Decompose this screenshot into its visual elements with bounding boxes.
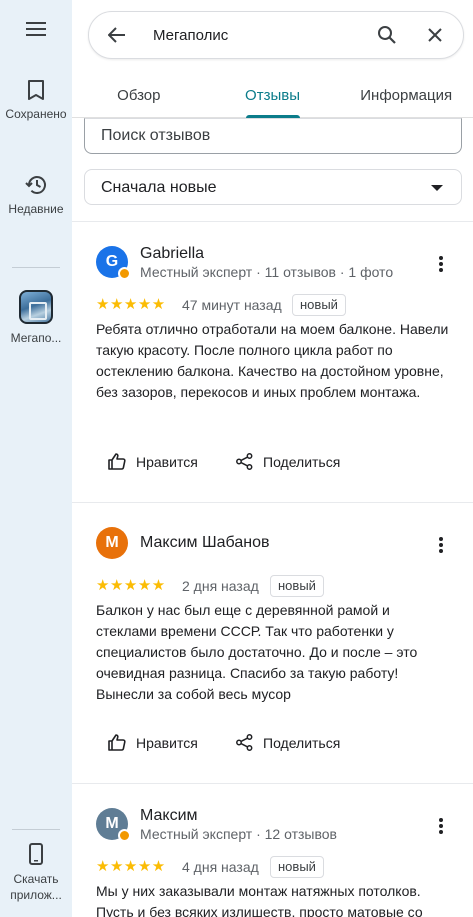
menu-button[interactable] (0, 22, 72, 46)
more-options-button[interactable] (431, 254, 451, 274)
share-icon (236, 734, 253, 751)
history-icon (25, 176, 46, 194)
share-label: Поделиться (263, 453, 341, 470)
star-rating: ★★★★★ (96, 296, 166, 313)
clear-search-button[interactable] (411, 11, 459, 59)
thumb-up-icon (108, 453, 126, 470)
more-options-button[interactable] (431, 535, 451, 555)
review-text: Мы у них заказывали монтаж натяжных пото… (96, 883, 423, 917)
saved-button[interactable]: Сохранено (0, 80, 72, 122)
star-rating: ★★★★★ (96, 858, 166, 875)
rail-divider-bottom (12, 829, 60, 830)
place-thumbnail (19, 290, 53, 324)
more-vert-icon (439, 256, 443, 260)
place-shortcut[interactable]: Мегапо... (0, 290, 72, 346)
back-button[interactable] (89, 11, 145, 59)
tab-overview[interactable]: Обзор (72, 78, 206, 117)
phone-icon (29, 843, 43, 865)
search-button[interactable] (363, 11, 411, 59)
avatar[interactable]: М (96, 527, 128, 559)
rail-divider (12, 267, 60, 268)
avatar-initial: G (105, 253, 119, 270)
like-button[interactable]: Нравится (108, 453, 198, 470)
place-tabs: Обзор Отзывы Информация (72, 78, 473, 118)
review-search-input[interactable]: Поиск отзывов (84, 118, 462, 154)
tab-reviews[interactable]: Отзывы (206, 78, 340, 117)
avatar-initial: М (105, 815, 119, 832)
sort-value: Сначала новые (101, 179, 217, 196)
search-icon (378, 26, 396, 44)
side-rail: Сохранено Недавние Мегапо... Скачать при… (0, 0, 72, 917)
share-button[interactable]: Поделиться (236, 734, 340, 751)
review-author[interactable]: Gabriella (140, 245, 204, 263)
new-badge: новый (270, 856, 324, 878)
local-guide-badge-icon (118, 829, 131, 842)
star-rating: ★★★★★ (96, 577, 166, 594)
review-author[interactable]: Максим Шабанов (140, 534, 269, 552)
bookmark-icon (28, 80, 44, 100)
dropdown-caret-icon (431, 185, 443, 191)
like-label: Нравится (136, 453, 198, 470)
menu-icon (26, 22, 46, 36)
avatar[interactable]: G (96, 246, 131, 280)
like-button[interactable]: Нравится (108, 734, 198, 751)
search-bar: Мегаполис (88, 11, 464, 59)
review-card: G Gabriella Местный эксперт · 11 отзывов… (72, 222, 473, 502)
download-app-button[interactable]: Скачать прилож... (0, 843, 72, 903)
more-options-button[interactable] (431, 816, 451, 836)
review-date: 47 минут назад (182, 297, 282, 313)
review-card: М Максим Местный эксперт · 12 отзывов ★★… (72, 784, 473, 917)
more-vert-icon (439, 537, 443, 541)
more-vert-icon (439, 818, 443, 822)
new-badge: новый (270, 575, 324, 597)
recent-button[interactable]: Недавние (0, 175, 72, 217)
saved-label: Сохранено (5, 107, 67, 121)
review-text: Ребята отлично отработали на моем балкон… (96, 321, 449, 400)
back-arrow-icon (108, 27, 125, 43)
share-button[interactable]: Поделиться (236, 453, 340, 470)
place-label: Мегапо... (10, 331, 62, 345)
search-input[interactable]: Мегаполис (145, 27, 363, 44)
recent-label: Недавние (8, 202, 64, 216)
avatar-initial: М (105, 534, 119, 551)
share-label: Поделиться (263, 734, 341, 751)
thumb-up-icon (108, 734, 126, 751)
download-label: Скачать прилож... (10, 872, 62, 902)
new-badge: новый (292, 294, 346, 316)
review-date: 2 дня назад (182, 578, 259, 594)
review-author[interactable]: Максим (140, 807, 198, 825)
sort-dropdown[interactable]: Сначала новые (84, 169, 462, 205)
tab-info[interactable]: Информация (339, 78, 473, 117)
close-icon (428, 28, 442, 42)
review-text: Балкон у нас был еще с деревянной рамой … (96, 602, 418, 702)
local-guide-badge-icon (118, 267, 131, 280)
like-label: Нравится (136, 734, 198, 751)
avatar[interactable]: М (96, 808, 131, 842)
review-author-meta: Местный эксперт · 12 отзывов (140, 826, 337, 842)
share-icon (236, 453, 253, 470)
review-card: М Максим Шабанов ★★★★★ 2 дня назад новый… (72, 503, 473, 783)
review-author-meta: Местный эксперт · 11 отзывов · 1 фото (140, 264, 394, 280)
review-date: 4 дня назад (182, 859, 259, 875)
